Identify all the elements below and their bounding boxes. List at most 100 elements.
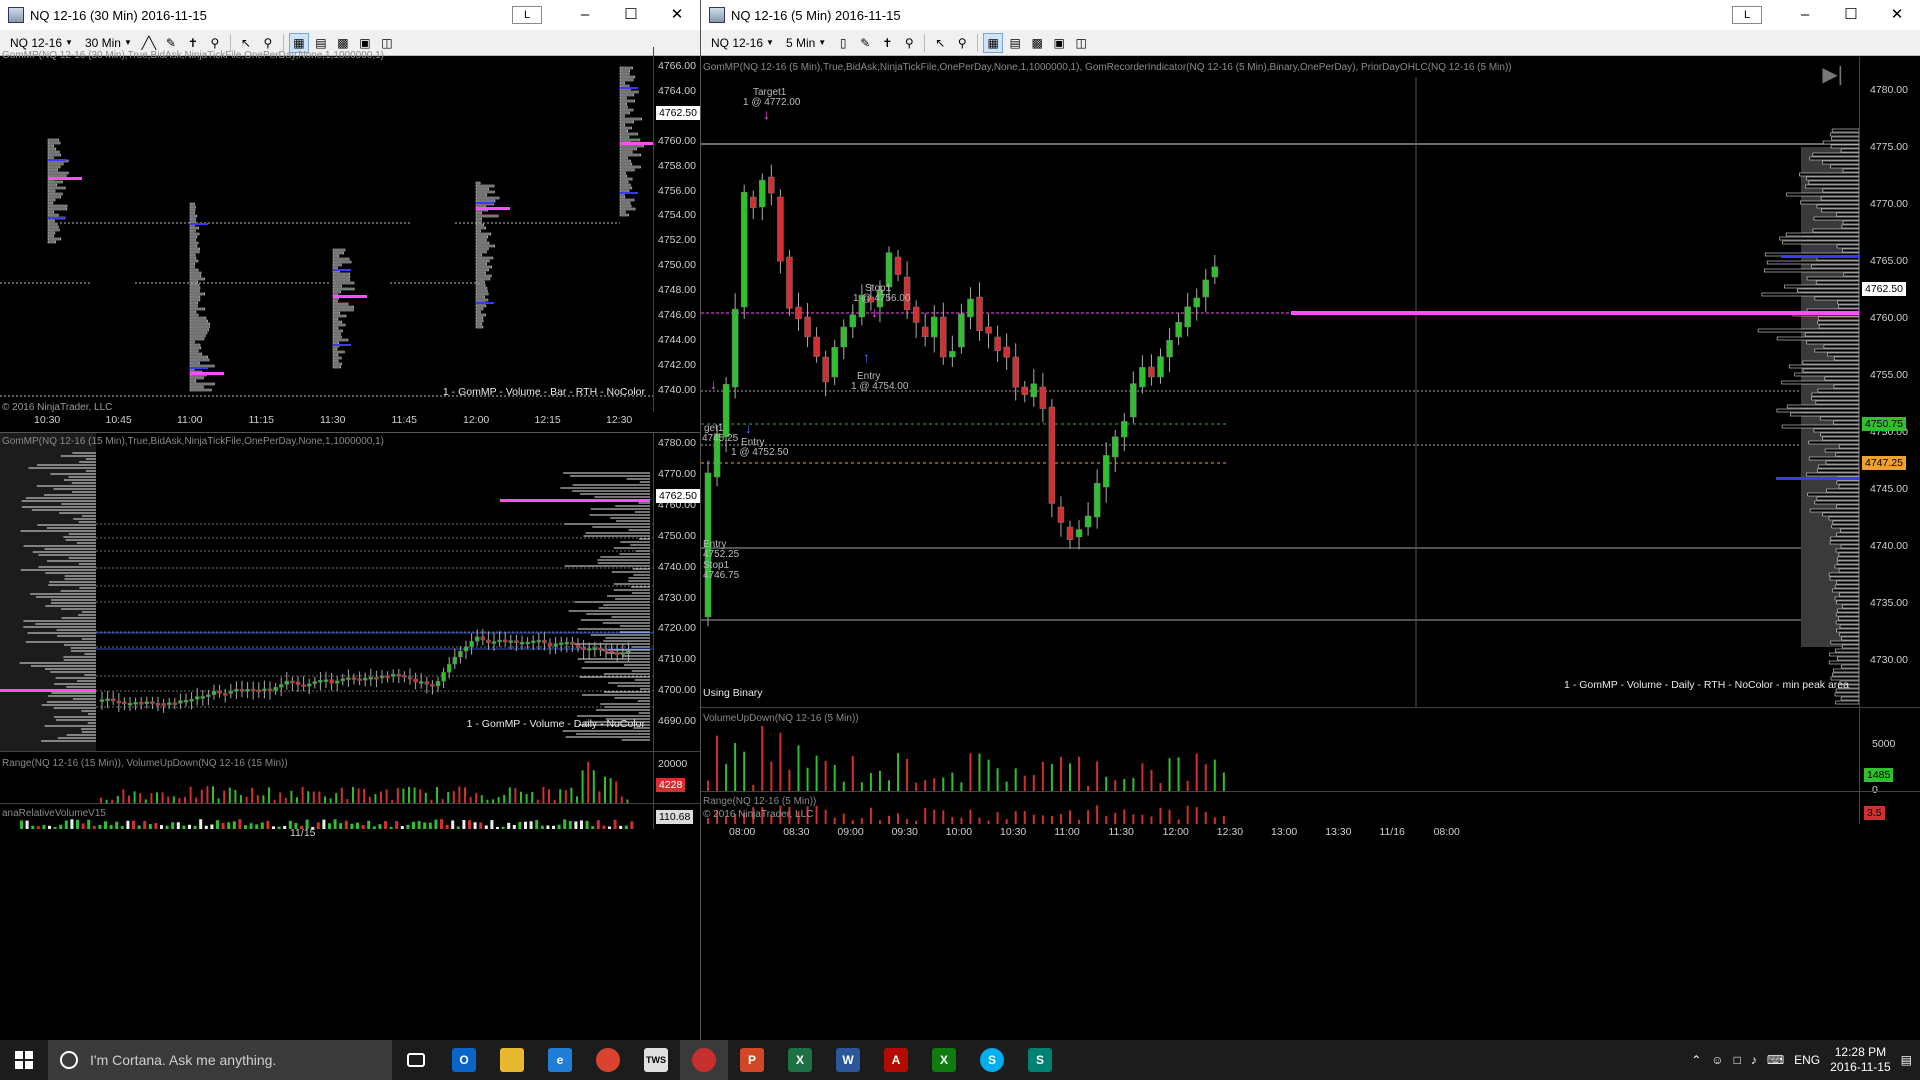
range-bar bbox=[942, 810, 945, 824]
annotation-target-left-value: 4745.25 bbox=[702, 433, 739, 444]
candle bbox=[1084, 515, 1092, 528]
language-indicator[interactable]: ENG bbox=[1794, 1053, 1820, 1067]
file-explorer-icon[interactable] bbox=[488, 1040, 536, 1080]
pin-icon[interactable]: ⚲ bbox=[899, 33, 919, 53]
time-axis-15min[interactable]: 11/15 bbox=[0, 827, 653, 840]
bar-chart-icon[interactable]: ▦ bbox=[983, 32, 1004, 53]
pointer-icon[interactable]: ↖ bbox=[930, 33, 950, 53]
price-tick: 4690.00 bbox=[658, 715, 696, 728]
play-forward-icon[interactable]: ▶| bbox=[1822, 62, 1843, 87]
range-panel-5min[interactable]: Range(NQ 12-16 (5 Min)) © 2016 NinjaTrad… bbox=[701, 791, 1859, 824]
profile-bar bbox=[189, 361, 200, 365]
task-view-icon[interactable] bbox=[392, 1040, 440, 1080]
data-box-icon[interactable]: ◫ bbox=[1071, 33, 1091, 53]
volume-bar bbox=[604, 776, 606, 803]
candle bbox=[564, 641, 570, 645]
volume-bar bbox=[503, 794, 506, 803]
drawing-tool-icon[interactable]: ✎ bbox=[855, 33, 875, 53]
volume-bar bbox=[996, 768, 999, 791]
price-axis-15min[interactable]: 4780.00 4770.00 4760.00 4750.00 4740.00 4730.… bbox=[653, 433, 700, 751]
ninjatrader-icon[interactable] bbox=[680, 1040, 728, 1080]
volume-panel-15min[interactable]: Range(NQ 12-16 (15 Min)), VolumeUpDown(N… bbox=[0, 751, 653, 803]
windows-start-icon[interactable] bbox=[0, 1040, 48, 1080]
profile-bar bbox=[1817, 388, 1859, 393]
candle bbox=[759, 179, 766, 208]
chart-plot-15min[interactable]: GomMP(NQ 12-16 (15 Min),True,BidAsk,Ninj… bbox=[0, 433, 653, 751]
powerpoint-icon[interactable]: P bbox=[728, 1040, 776, 1080]
strategies-icon[interactable]: ▩ bbox=[1027, 33, 1047, 53]
chart-style-icon[interactable]: ▯ bbox=[833, 33, 853, 53]
tray-chevron-icon[interactable]: ⌃ bbox=[1691, 1053, 1701, 1067]
network-icon[interactable]: □ bbox=[1734, 1053, 1741, 1067]
profile-bar bbox=[1806, 340, 1859, 345]
time-tick: 13:00 bbox=[1271, 826, 1298, 838]
profile-bar bbox=[619, 84, 630, 88]
profile-bar bbox=[475, 247, 489, 251]
outlook-icon[interactable]: O bbox=[440, 1040, 488, 1080]
instrument-selector[interactable]: NQ 12-16 ▼ bbox=[705, 36, 780, 50]
interval-selector[interactable]: 5 Min ▼ bbox=[780, 36, 832, 50]
price-axis-30min[interactable]: 4766.004764.004762.004760.004758.004756.… bbox=[653, 47, 700, 412]
time-axis-5min[interactable]: 08:00 08:30 09:00 09:30 10:00 10:30 11:00 11:30… bbox=[701, 824, 1859, 840]
chart-plot-30min[interactable]: GomMP(NQ 12-16 (30 Min),True,BidAsk,Ninj… bbox=[0, 47, 653, 412]
title-bar[interactable]: NQ 12-16 (5 Min) 2016-11-15 L – ☐ ✕ bbox=[701, 0, 1920, 30]
zoom-icon[interactable]: ⚲ bbox=[952, 33, 972, 53]
axis-tick: 5000 bbox=[1872, 738, 1896, 750]
time-axis-30min[interactable]: 10:30 10:45 11:00 11:15 11:30 11:45 12:00 12:15… bbox=[0, 412, 653, 432]
price-axis-5min[interactable]: 4780.00 4775.00 4770.00 4765.00 4760.00 4755.… bbox=[1859, 57, 1920, 707]
profile-bar bbox=[1838, 484, 1859, 489]
profile-bar bbox=[189, 241, 199, 245]
profile-bar bbox=[1822, 160, 1859, 165]
chart-watermark: 1 - GomMP - Volume - Bar - RTH - NoColor bbox=[442, 386, 645, 398]
candle bbox=[1048, 406, 1056, 504]
chart-plot-5min[interactable]: ↓ ↓ ↑ ↓ ↓ GomMP(NQ 12-16 (5 Min),True,BidAsk… bbox=[701, 57, 1859, 707]
acrobat-icon[interactable]: A bbox=[872, 1040, 920, 1080]
link-button[interactable]: L bbox=[1732, 6, 1762, 24]
relative-volume-panel-15min[interactable]: anaRelativeVolumeV15 bbox=[0, 803, 653, 829]
skype-icon[interactable]: S bbox=[968, 1040, 1016, 1080]
tws-icon[interactable]: TWS bbox=[632, 1040, 680, 1080]
notifications-icon[interactable]: ▤ bbox=[1901, 1053, 1912, 1067]
range-bar bbox=[1132, 814, 1135, 824]
close-icon[interactable]: ✕ bbox=[654, 0, 700, 30]
profile-bar bbox=[47, 234, 54, 238]
minimize-icon[interactable]: – bbox=[562, 0, 608, 30]
profile-bar bbox=[619, 93, 635, 97]
volume-axis-15min: 20000 4228 bbox=[653, 751, 700, 803]
profile-bar bbox=[1776, 408, 1859, 413]
xbox-icon[interactable]: X bbox=[920, 1040, 968, 1080]
input-method-icon[interactable]: ⌨ bbox=[1767, 1053, 1784, 1067]
excel-icon[interactable]: X bbox=[776, 1040, 824, 1080]
annotation-entry-bottom-value: 4752.25 bbox=[703, 549, 740, 560]
cortana-search-box[interactable]: I'm Cortana. Ask me anything. bbox=[48, 1040, 392, 1080]
chrome-icon[interactable] bbox=[584, 1040, 632, 1080]
profile-bar bbox=[189, 352, 203, 356]
minimize-icon[interactable]: – bbox=[1782, 0, 1828, 30]
link-button[interactable]: L bbox=[512, 6, 542, 24]
candle bbox=[985, 326, 992, 334]
properties-icon[interactable]: ▣ bbox=[1049, 33, 1069, 53]
volume-panel-5min[interactable]: VolumeUpDown(NQ 12-16 (5 Min)) bbox=[701, 707, 1859, 791]
edge-icon[interactable]: e bbox=[536, 1040, 584, 1080]
people-icon[interactable]: ☺ bbox=[1711, 1053, 1723, 1067]
volume-bar bbox=[860, 782, 863, 791]
maximize-icon[interactable]: ☐ bbox=[1828, 0, 1874, 30]
profile-bar bbox=[332, 323, 346, 327]
word-icon[interactable]: W bbox=[824, 1040, 872, 1080]
maximize-icon[interactable]: ☐ bbox=[608, 0, 654, 30]
relative-volume-bar bbox=[384, 821, 387, 829]
price-tick: 4744.00 bbox=[658, 333, 696, 346]
profile-bar bbox=[189, 343, 201, 347]
volume-icon[interactable]: ♪ bbox=[1751, 1053, 1757, 1067]
candle bbox=[620, 652, 626, 655]
close-icon[interactable]: ✕ bbox=[1874, 0, 1920, 30]
volume-bar bbox=[385, 789, 388, 803]
title-bar[interactable]: NQ 12-16 (30 Min) 2016-11-15 L – ☐ ✕ bbox=[0, 0, 700, 30]
taskbar-clock[interactable]: 12:28 PM 2016-11-15 bbox=[1830, 1045, 1891, 1075]
sway-icon[interactable]: S bbox=[1016, 1040, 1064, 1080]
profile-bar bbox=[619, 183, 631, 187]
indicators-icon[interactable]: ▤ bbox=[1005, 33, 1025, 53]
candle bbox=[1021, 386, 1028, 395]
profile-bar bbox=[475, 193, 488, 197]
crosshair-icon[interactable]: ✝ bbox=[877, 33, 897, 53]
